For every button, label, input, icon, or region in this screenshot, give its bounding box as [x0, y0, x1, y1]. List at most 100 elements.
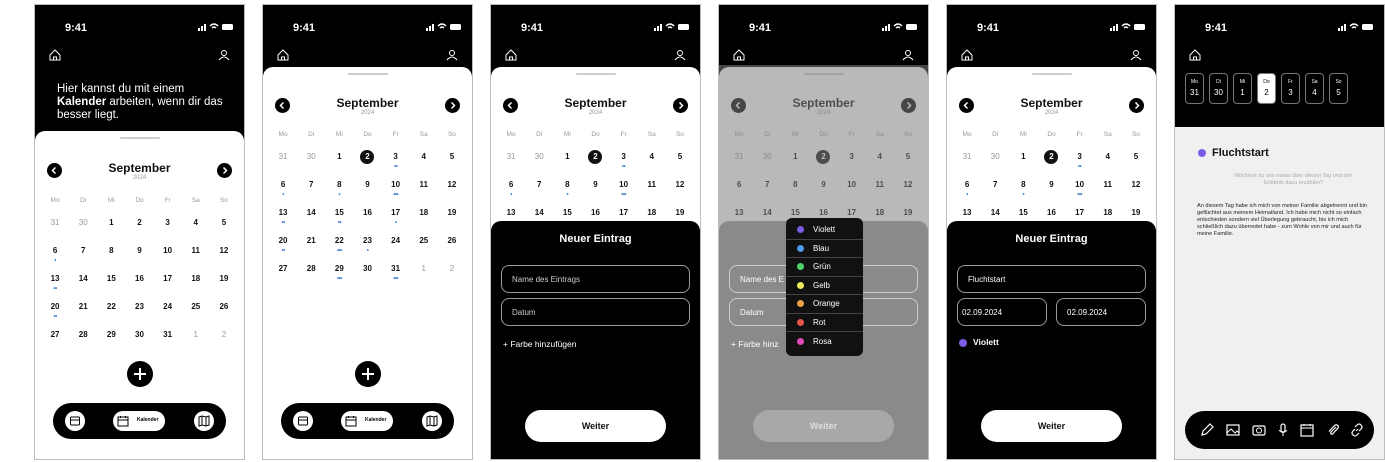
pen-icon[interactable]	[1199, 422, 1215, 438]
add-color-button[interactable]: + Farbe hinz	[731, 339, 779, 349]
day-cell[interactable]: 14	[69, 268, 97, 296]
color-option[interactable]: Violett	[786, 221, 863, 240]
day-cell[interactable]: 8 •	[1009, 174, 1037, 202]
day-cell[interactable]: 21	[69, 296, 97, 324]
day-cell[interactable]: 4	[182, 212, 210, 240]
day-cell[interactable]: 12	[438, 174, 466, 202]
day-cell[interactable]: 1	[325, 146, 353, 174]
day-cell[interactable]: 31 •••	[382, 258, 410, 286]
week-day[interactable]: So 5	[1329, 73, 1348, 104]
day-cell[interactable]: 13 ••	[41, 268, 69, 296]
week-day[interactable]: Mo 31	[1185, 73, 1204, 104]
day-cell[interactable]: 5	[666, 146, 694, 174]
home-icon[interactable]	[505, 49, 517, 61]
day-cell[interactable]: 1	[553, 146, 581, 174]
day-cell[interactable]: 19	[438, 202, 466, 230]
day-cell[interactable]: 10 •••	[610, 174, 638, 202]
day-cell[interactable]: 8 •	[325, 174, 353, 202]
day-cell[interactable]: 11	[182, 240, 210, 268]
day-cell[interactable]: 11	[1094, 174, 1122, 202]
day-cell[interactable]: 1	[97, 212, 125, 240]
day-cell[interactable]: 2	[210, 324, 238, 352]
day-cell[interactable]: 6 •	[953, 174, 981, 202]
day-cell[interactable]: 30	[981, 146, 1009, 174]
date-from-input[interactable]: 02.09.2024	[957, 298, 1047, 326]
day-cell-selected[interactable]: 2	[581, 146, 609, 174]
calendar-icon[interactable]	[1299, 422, 1315, 438]
link-icon[interactable]	[1349, 422, 1365, 438]
home-icon[interactable]	[961, 49, 973, 61]
color-option[interactable]: Grün	[786, 258, 863, 277]
day-cell[interactable]: 10 •••	[1066, 174, 1094, 202]
day-cell[interactable]: 18	[410, 202, 438, 230]
sheet-handle[interactable]	[575, 73, 616, 75]
day-cell[interactable]: 25	[182, 296, 210, 324]
tab-map[interactable]	[422, 411, 442, 431]
day-cell[interactable]: 24	[154, 296, 182, 324]
week-day[interactable]: Mi 1	[1233, 73, 1252, 104]
tab-kalender[interactable]: Kalender	[341, 411, 393, 431]
sheet-handle[interactable]	[347, 73, 388, 75]
day-cell[interactable]: 7	[981, 174, 1009, 202]
tab-kalender[interactable]: Kalender	[113, 411, 165, 431]
add-entry-button[interactable]	[354, 361, 381, 387]
day-cell[interactable]: 31	[41, 212, 69, 240]
week-day-selected[interactable]: Do 2	[1257, 73, 1276, 104]
day-cell[interactable]: 25	[410, 230, 438, 258]
day-cell[interactable]: 10 •••	[382, 174, 410, 202]
day-cell[interactable]: 16	[125, 268, 153, 296]
day-cell[interactable]: 1	[410, 258, 438, 286]
day-cell[interactable]: 7	[525, 174, 553, 202]
day-cell[interactable]: 3	[154, 212, 182, 240]
next-month-button[interactable]	[217, 163, 232, 178]
profile-icon[interactable]	[902, 49, 914, 61]
day-cell[interactable]: 10	[154, 240, 182, 268]
day-cell[interactable]: 28	[69, 324, 97, 352]
sheet-handle[interactable]	[119, 137, 160, 139]
day-cell[interactable]: 1	[182, 324, 210, 352]
color-option[interactable]: Gelb	[786, 277, 863, 295]
day-cell[interactable]: 17 •	[382, 202, 410, 230]
add-color-button[interactable]: + Farbe hinzufügen	[503, 339, 576, 349]
day-cell[interactable]: 13 ••	[269, 202, 297, 230]
entry-name-input[interactable]: Fluchtstart	[957, 265, 1146, 293]
day-cell[interactable]: 30	[525, 146, 553, 174]
next-button[interactable]: Weiter	[753, 410, 894, 442]
next-button[interactable]: Weiter	[525, 410, 666, 442]
day-cell[interactable]: 23 •	[353, 230, 381, 258]
color-option[interactable]: Rosa	[786, 332, 863, 351]
day-cell[interactable]: 9	[1037, 174, 1065, 202]
day-cell[interactable]: 26	[210, 296, 238, 324]
home-icon[interactable]	[1189, 49, 1201, 61]
image-icon[interactable]	[1225, 422, 1241, 438]
day-cell[interactable]: 29	[97, 324, 125, 352]
profile-icon[interactable]	[446, 49, 458, 61]
day-cell[interactable]: 12	[666, 174, 694, 202]
selected-color[interactable]: Violett	[959, 337, 999, 347]
day-cell[interactable]: 19	[210, 268, 238, 296]
camera-icon[interactable]	[1251, 422, 1267, 438]
day-cell[interactable]: 11	[638, 174, 666, 202]
day-cell[interactable]: 22 •••	[325, 230, 353, 258]
day-cell[interactable]: 18	[182, 268, 210, 296]
day-cell[interactable]: 6 •	[497, 174, 525, 202]
day-cell[interactable]: 20 ••	[269, 230, 297, 258]
day-cell-selected[interactable]: 2	[1037, 146, 1065, 174]
day-cell[interactable]: 12	[210, 240, 238, 268]
day-cell[interactable]: 30	[69, 212, 97, 240]
day-cell[interactable]: 1	[1009, 146, 1037, 174]
day-cell[interactable]: 27	[41, 324, 69, 352]
day-cell[interactable]: 16	[353, 202, 381, 230]
day-cell[interactable]: 7	[297, 174, 325, 202]
day-cell[interactable]: 5	[210, 212, 238, 240]
day-cell[interactable]: 2	[438, 258, 466, 286]
day-cell[interactable]: 6 •	[269, 174, 297, 202]
day-cell[interactable]: 31	[269, 146, 297, 174]
date-input[interactable]: Datum	[501, 298, 690, 326]
day-cell[interactable]: 20 ••	[41, 296, 69, 324]
next-button[interactable]: Weiter	[981, 410, 1122, 442]
day-cell[interactable]: 31	[953, 146, 981, 174]
day-cell[interactable]: 6 •	[41, 240, 69, 268]
day-cell[interactable]: 4	[638, 146, 666, 174]
date-to-input[interactable]: 02.09.2024	[1056, 298, 1146, 326]
